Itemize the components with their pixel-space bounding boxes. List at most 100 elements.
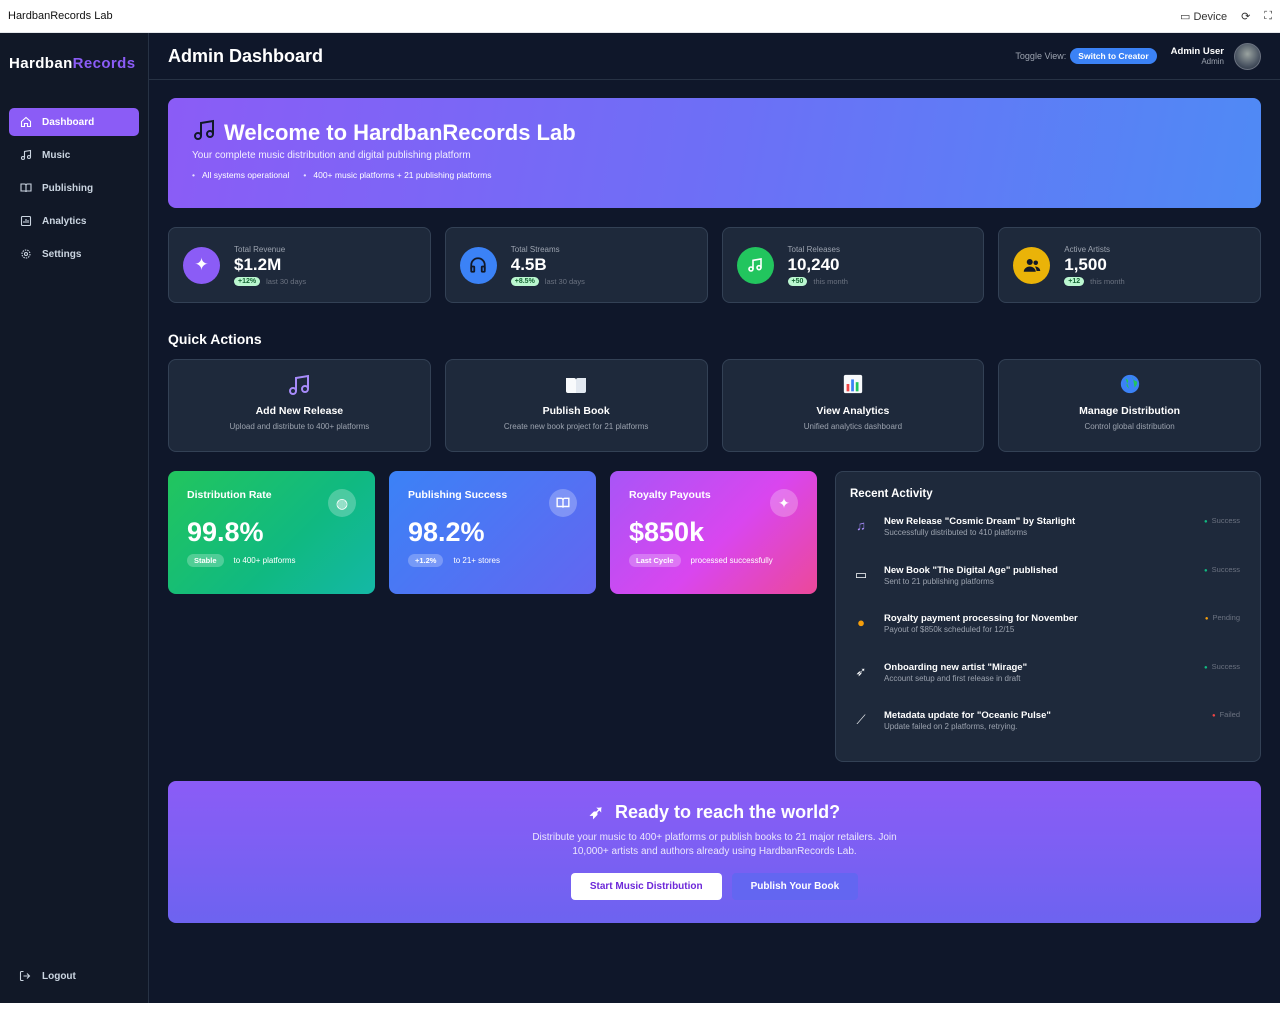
stat-value: 4.5B bbox=[510, 254, 547, 274]
sidebar-nav: Dashboard Music Publishing Analytics Set… bbox=[9, 108, 139, 273]
list-item[interactable]: ● Royalty payment processing for Novembe… bbox=[850, 607, 1246, 656]
sidebar-item-analytics[interactable]: Analytics bbox=[9, 207, 139, 235]
logo[interactable]: HardbanRecords bbox=[9, 55, 135, 72]
music-notes-icon bbox=[169, 373, 430, 401]
sidebar-item-music[interactable]: Music bbox=[9, 141, 139, 169]
metric-note: processed successfully bbox=[690, 556, 773, 565]
logo-accent: Records bbox=[72, 55, 136, 72]
welcome-banner: Welcome to HardbanRecords Lab Your compl… bbox=[168, 98, 1261, 208]
banner-title: Welcome to HardbanRecords Lab bbox=[224, 120, 576, 145]
add-new-release-button[interactable]: Add New Release Upload and distribute to… bbox=[168, 359, 431, 452]
book-icon bbox=[19, 182, 32, 195]
device-label: Device bbox=[1193, 10, 1228, 23]
logo-main: Hardban bbox=[9, 55, 73, 72]
activity-item-title: Onboarding new artist "Mirage" bbox=[884, 661, 1028, 673]
list-item[interactable]: ⟋ Metadata update for "Oceanic Pulse" Upd… bbox=[850, 704, 1246, 753]
metric-pill: Stable bbox=[187, 554, 224, 567]
main-content: Admin Dashboard Toggle View: Switch to C… bbox=[149, 33, 1280, 1003]
action-desc: Control global distribution bbox=[1084, 422, 1175, 431]
publish-your-book-button[interactable]: Publish Your Book bbox=[731, 873, 859, 900]
activity-item-title: Metadata update for "Oceanic Pulse" bbox=[884, 710, 1051, 722]
sidebar-item-label: Dashboard bbox=[42, 116, 95, 128]
system-status: All systems operational bbox=[192, 170, 289, 180]
users-icon bbox=[1013, 246, 1051, 284]
start-music-distribution-button[interactable]: Start Music Distribution bbox=[570, 873, 722, 900]
stat-badge: +12% bbox=[234, 276, 261, 286]
cta-title: Ready to reach the world? bbox=[615, 802, 841, 822]
home-icon bbox=[19, 116, 32, 129]
stat-badge: +50 bbox=[787, 276, 808, 286]
sidebar-item-label: Settings bbox=[42, 248, 82, 260]
user-info[interactable]: Admin User Admin bbox=[1171, 46, 1224, 66]
music-note-icon: ♫ bbox=[856, 518, 866, 533]
sidebar-item-label: Analytics bbox=[42, 215, 87, 227]
status-badge: Success bbox=[1204, 565, 1240, 574]
stat-value: 10,240 bbox=[787, 254, 840, 274]
switch-to-creator-button[interactable]: Switch to Creator bbox=[1070, 48, 1157, 64]
avatar[interactable] bbox=[1234, 42, 1261, 70]
globe-icon bbox=[999, 373, 1260, 401]
metric-pill: Last Cycle bbox=[629, 554, 681, 567]
bar-chart-icon bbox=[723, 373, 984, 401]
rocket-icon: ➶ bbox=[855, 663, 867, 679]
gear-icon bbox=[19, 248, 32, 261]
action-title: Manage Distribution bbox=[1079, 405, 1181, 417]
refresh-icon[interactable]: ⟳ bbox=[1241, 10, 1250, 23]
money-icon: ✦ bbox=[183, 246, 220, 284]
publishing-success-card: Publishing Success 98.2% +1.2% to 21+ sto… bbox=[389, 471, 596, 594]
metric-pill: +1.2% bbox=[408, 554, 444, 567]
music-note-icon bbox=[192, 118, 216, 148]
window-titlebar: HardbanRecords Lab ▭ Device ⟳ ⛶ bbox=[0, 0, 1280, 33]
stat-note: last 30 days bbox=[544, 276, 585, 286]
action-desc: Create new book project for 21 platforms bbox=[503, 422, 649, 431]
action-desc: Unified analytics dashboard bbox=[803, 422, 903, 431]
manage-distribution-button[interactable]: Manage Distribution Control global distr… bbox=[998, 359, 1261, 452]
action-title: Add New Release bbox=[255, 405, 344, 417]
headphones-icon bbox=[459, 246, 497, 284]
recent-activity: Recent Activity ♫ New Release "Cosmic Dr… bbox=[835, 471, 1261, 762]
stat-badge: +12 bbox=[1064, 276, 1085, 286]
view-analytics-button[interactable]: View Analytics Unified analytics dashboa… bbox=[721, 359, 985, 452]
sidebar-item-dashboard[interactable]: Dashboard bbox=[9, 108, 139, 136]
action-desc: Upload and distribute to 400+ platforms bbox=[229, 422, 370, 431]
globe-icon: ◍ bbox=[328, 489, 356, 517]
page-header: Admin Dashboard Toggle View: Switch to C… bbox=[149, 33, 1280, 80]
list-item[interactable]: ♫ New Release "Cosmic Dream" by Starligh… bbox=[850, 510, 1246, 559]
metric-note: to 21+ stores bbox=[453, 556, 500, 565]
fullscreen-icon[interactable]: ⛶ bbox=[1264, 10, 1272, 23]
list-item[interactable]: ▭ New Book "The Digital Age" published Se… bbox=[850, 559, 1246, 608]
device-toggle[interactable]: ▭ Device bbox=[1180, 10, 1227, 23]
distribution-rate-card: Distribution Rate ◍ 99.8% Stable to 400+ … bbox=[168, 471, 375, 594]
sidebar-item-settings[interactable]: Settings bbox=[9, 240, 139, 268]
status-badge: Success bbox=[1204, 516, 1240, 525]
sidebar-item-publishing[interactable]: Publishing bbox=[9, 174, 139, 202]
activity-item-desc: Update failed on 2 platforms, retrying. bbox=[884, 722, 1018, 732]
sidebar-item-label: Music bbox=[42, 149, 71, 161]
platform-count: 400+ music platforms + 21 publishing pla… bbox=[303, 170, 491, 180]
logout-label: Logout bbox=[42, 971, 76, 982]
stat-label: Total Revenue bbox=[234, 244, 286, 254]
stat-value: $1.2M bbox=[234, 254, 282, 274]
sidebar: HardbanRecords Dashboard Music Publishin… bbox=[0, 33, 149, 1003]
royalty-payouts-card: Royalty Payouts ✦ $850k Last Cycle proces… bbox=[610, 471, 817, 594]
page-title: Admin Dashboard bbox=[168, 45, 324, 66]
status-badge: Success bbox=[1204, 662, 1240, 671]
stat-label: Total Streams bbox=[510, 244, 560, 254]
publish-book-button[interactable]: Publish Book Create new book project for… bbox=[444, 359, 708, 452]
status-badge: Pending bbox=[1205, 613, 1240, 622]
stats-row: ✦ Total Revenue $1.2M +12% last 30 days T… bbox=[168, 227, 1261, 303]
app-shell: HardbanRecords Dashboard Music Publishin… bbox=[0, 33, 1280, 1003]
stat-label: Active Artists bbox=[1064, 244, 1111, 254]
status-badge: Failed bbox=[1212, 710, 1240, 719]
activity-item-title: New Book "The Digital Age" published bbox=[884, 564, 1058, 576]
stat-card-releases: Total Releases 10,240 +50 this month bbox=[721, 227, 985, 303]
stat-label: Total Releases bbox=[787, 244, 840, 254]
metric-value: $850k bbox=[629, 517, 705, 547]
logout-icon bbox=[19, 970, 32, 983]
activity-item-desc: Payout of $850k scheduled for 12/15 bbox=[884, 625, 1015, 635]
list-item[interactable]: ➶ Onboarding new artist "Mirage" Account … bbox=[850, 656, 1246, 705]
music-icon bbox=[736, 246, 774, 284]
logout-button[interactable]: Logout bbox=[19, 970, 76, 983]
money-bag-icon: ● bbox=[857, 615, 865, 631]
metrics-row: Distribution Rate ◍ 99.8% Stable to 400+ … bbox=[168, 471, 817, 594]
